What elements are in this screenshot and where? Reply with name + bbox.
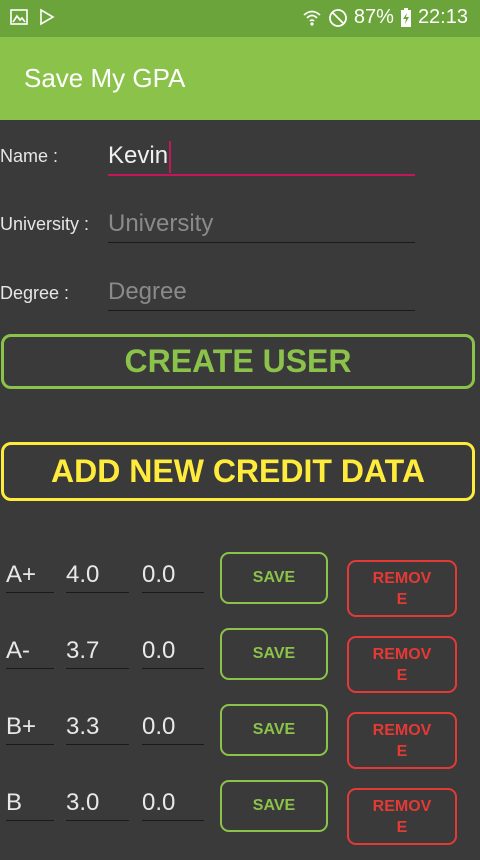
university-placeholder: University — [108, 210, 214, 237]
grade-row: A- 3.7 0.0 SAVE REMOVE — [0, 628, 480, 708]
grade-row: A+ 4.0 0.0 SAVE REMOVE — [0, 552, 480, 632]
create-user-button[interactable]: CREATE USER — [1, 334, 475, 389]
app-title: Save My GPA — [24, 63, 186, 93]
grade-points-field[interactable]: 3.3 — [66, 710, 129, 745]
add-new-credit-data-button[interactable]: ADD NEW CREDIT DATA — [1, 442, 475, 501]
university-label: University : — [0, 214, 90, 234]
remove-button[interactable]: REMOVE — [347, 636, 457, 693]
grade-points-field[interactable]: 4.0 — [66, 558, 129, 593]
gallery-notification-icon — [10, 9, 28, 25]
remove-button[interactable]: REMOVE — [347, 560, 457, 617]
credits-field[interactable]: 0.0 — [142, 634, 204, 669]
grade-field[interactable]: A+ — [6, 558, 54, 593]
grade-row: B 3.0 0.0 SAVE REMOVE — [0, 780, 480, 860]
name-label: Name : — [0, 146, 59, 166]
text-cursor — [169, 140, 172, 173]
grade-field[interactable]: B+ — [6, 710, 54, 745]
play-store-notification-icon — [40, 8, 55, 26]
grade-points-field[interactable]: 3.7 — [66, 634, 129, 669]
credits-field[interactable]: 0.0 — [142, 558, 204, 593]
do-not-disturb-icon — [329, 8, 347, 27]
save-button[interactable]: SAVE — [220, 780, 328, 832]
grade-field[interactable]: B — [6, 786, 54, 821]
university-input[interactable]: University — [108, 206, 415, 243]
battery-percent: 87% — [353, 6, 394, 28]
save-button[interactable]: SAVE — [220, 552, 328, 604]
remove-button[interactable]: REMOVE — [347, 788, 457, 845]
remove-button[interactable]: REMOVE — [347, 712, 457, 769]
credits-field[interactable]: 0.0 — [142, 710, 204, 745]
wifi-icon — [303, 10, 321, 26]
degree-label: Degree : — [0, 283, 70, 303]
credits-field[interactable]: 0.0 — [142, 786, 204, 821]
grade-row: B+ 3.3 0.0 SAVE REMOVE — [0, 704, 480, 784]
save-button[interactable]: SAVE — [220, 628, 328, 680]
name-value: Kevin — [108, 142, 169, 169]
battery-charging-icon — [400, 7, 411, 27]
degree-placeholder: Degree — [108, 278, 187, 305]
clock: 22:13 — [417, 6, 468, 28]
save-button[interactable]: SAVE — [220, 704, 328, 756]
app-bar: Save My GPA — [0, 37, 480, 120]
status-bar: 87% 22:13 — [0, 0, 480, 37]
degree-input[interactable]: Degree — [108, 274, 415, 311]
grade-points-field[interactable]: 3.0 — [66, 786, 129, 821]
name-input[interactable]: Kevin — [108, 138, 415, 176]
grade-field[interactable]: A- — [6, 634, 54, 669]
